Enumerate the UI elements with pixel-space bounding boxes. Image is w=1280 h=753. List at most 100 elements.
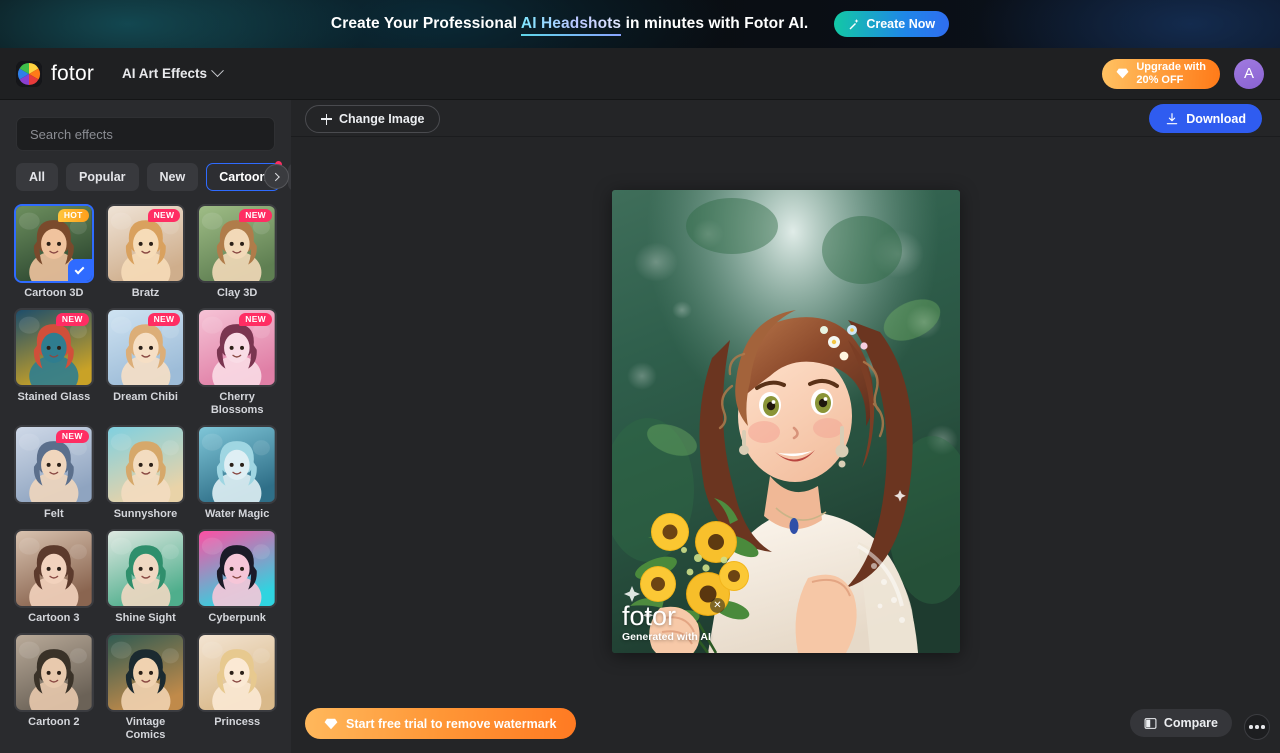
filter-chip-all[interactable]: All	[16, 163, 58, 191]
effect-card[interactable]: Shine Sight	[105, 528, 186, 625]
download-button[interactable]: Download	[1149, 104, 1262, 133]
effect-thumbnail[interactable]	[105, 528, 186, 608]
create-now-label: Create Now	[866, 17, 936, 31]
start-free-trial-button[interactable]: Start free trial to remove watermark	[305, 708, 576, 739]
filter-chip-label: Popular	[78, 170, 126, 184]
effect-label: Clay 3D	[216, 287, 258, 299]
effect-card[interactable]: Sunnyshore	[105, 424, 186, 521]
effect-card[interactable]: Water Magic	[197, 424, 277, 521]
app-header: fotor AI Art Effects Upgrade with 20% OF…	[0, 48, 1280, 100]
effect-thumbnail[interactable]: NEW	[14, 424, 94, 504]
compare-label: Compare	[1163, 716, 1218, 730]
create-now-button[interactable]: Create Now	[834, 11, 950, 37]
trial-label: Start free trial to remove watermark	[346, 716, 557, 731]
promo-text-after: in minutes with Fotor AI.	[621, 15, 809, 32]
effect-card[interactable]: NEW Clay 3D	[197, 204, 277, 300]
upgrade-label: Upgrade with 20% OFF	[1136, 61, 1206, 87]
effect-card[interactable]: HOT Cartoon 3D	[14, 204, 94, 300]
app-root: Create Your Professional AI Headshots in…	[0, 0, 1280, 753]
effect-thumbnail[interactable]	[105, 424, 186, 504]
effect-label: Felt	[44, 507, 64, 520]
effect-card[interactable]: Cartoon 2	[14, 632, 94, 742]
chevron-right-icon[interactable]	[264, 164, 289, 189]
promo-highlight: AI Headshots	[520, 15, 622, 36]
effect-card[interactable]: NEW Bratz	[105, 204, 186, 300]
effect-thumbnail[interactable]	[105, 632, 186, 712]
download-icon	[1167, 112, 1178, 124]
effect-card[interactable]: Princess	[197, 632, 277, 742]
effect-label: Cherry Blossoms	[210, 390, 264, 416]
diamond-icon	[324, 718, 338, 729]
effect-card[interactable]: Vintage Comics	[105, 632, 186, 742]
compare-split-icon	[1144, 717, 1157, 729]
effect-thumbnail[interactable]: NEW	[105, 204, 186, 283]
effect-label: Sunnyshore	[113, 507, 178, 520]
close-watermark-button[interactable]: ✕	[710, 598, 725, 613]
close-icon: ✕	[713, 599, 722, 611]
effect-thumbnail[interactable]: NEW	[14, 307, 94, 387]
effect-badge: NEW	[55, 312, 89, 326]
effect-thumbnail[interactable]	[197, 424, 277, 504]
effect-label: Cyberpunk	[208, 611, 266, 624]
effect-card[interactable]: NEW Dream Chibi	[105, 307, 186, 417]
effect-card[interactable]: Cyberpunk	[197, 528, 277, 625]
fotor-logo[interactable]: fotor	[16, 60, 95, 87]
effect-thumbnail[interactable]	[14, 632, 94, 712]
effect-card[interactable]: NEW Felt	[14, 424, 94, 521]
canvas-toolbar: Change Image Download	[291, 100, 1280, 137]
plus-icon	[321, 113, 332, 125]
filter-chip-new[interactable]: New	[146, 163, 199, 191]
filter-chip-label: All	[29, 170, 45, 184]
effect-thumbnail-art	[107, 426, 184, 502]
effect-badge: NEW	[147, 312, 181, 326]
upgrade-line2: 20% OFF	[1136, 73, 1184, 86]
effect-label: Cartoon 3	[28, 611, 80, 624]
compare-button[interactable]: Compare	[1129, 709, 1232, 737]
effect-label: Stained Glass	[17, 390, 91, 403]
generated-image-preview[interactable]: ✕ fotor Generated with AI	[612, 190, 960, 653]
more-options-button[interactable]	[1244, 714, 1270, 740]
effect-badge: NEW	[239, 312, 272, 326]
filter-chip-popular[interactable]: Popular	[65, 163, 139, 191]
effect-thumbnail[interactable]: NEW	[197, 204, 277, 283]
selected-check-icon	[67, 259, 92, 281]
upgrade-button[interactable]: Upgrade with 20% OFF	[1102, 58, 1220, 89]
effect-label: Dream Chibi	[113, 390, 178, 403]
effect-badge: NEW	[239, 209, 272, 222]
search-input[interactable]	[30, 126, 261, 142]
effect-thumbnail-art	[16, 634, 92, 710]
effect-thumbnail[interactable]: NEW	[197, 307, 277, 387]
effect-thumbnail[interactable]	[197, 632, 277, 712]
nav-label: AI Art Effects	[122, 66, 208, 81]
diamond-icon	[1116, 68, 1129, 79]
effect-card[interactable]: NEW Stained Glass	[14, 307, 94, 417]
magic-wand-icon	[849, 19, 859, 30]
nav-ai-art-effects[interactable]: AI Art Effects	[122, 64, 224, 81]
logo-text: fotor	[51, 61, 95, 85]
effect-label: Princess	[214, 715, 261, 728]
promo-banner: Create Your Professional AI Headshots in…	[0, 0, 1280, 48]
effect-label: Water Magic	[204, 507, 270, 520]
main-canvas: Change Image Download ✕ fotor Generated …	[291, 100, 1280, 753]
filter-chip-label: New	[159, 170, 186, 184]
effects-sidebar: AllPopularNewCartoonSketch HOTCartoon 3D…	[0, 100, 291, 753]
effect-thumbnail[interactable]: HOT	[14, 204, 94, 283]
effect-thumbnail[interactable]	[14, 528, 94, 608]
effect-label: Cartoon 3D	[24, 287, 84, 299]
upgrade-line1: Upgrade with	[1136, 60, 1206, 73]
effect-thumbnail-art	[199, 426, 275, 502]
search-effects-box[interactable]	[16, 117, 275, 151]
promo-text-before: Create Your Professional	[330, 15, 521, 32]
effect-thumbnail-art	[16, 530, 92, 606]
filter-chip-label: Cartoon	[219, 170, 268, 184]
effect-label: Bratz	[131, 287, 160, 299]
effect-card[interactable]: Cartoon 3	[14, 528, 94, 625]
effect-label: Shine Sight	[115, 611, 176, 624]
change-image-button[interactable]: Change Image	[305, 105, 441, 133]
avatar[interactable]: A	[1234, 58, 1264, 89]
effect-thumbnail[interactable]	[197, 528, 277, 608]
filter-chip-row: AllPopularNewCartoonSketch	[16, 161, 291, 191]
effect-thumbnail[interactable]: NEW	[105, 307, 186, 387]
canvas-area: ✕ fotor Generated with AI Start free tri…	[291, 137, 1280, 753]
effect-card[interactable]: NEW Cherry Blossoms	[197, 307, 277, 417]
